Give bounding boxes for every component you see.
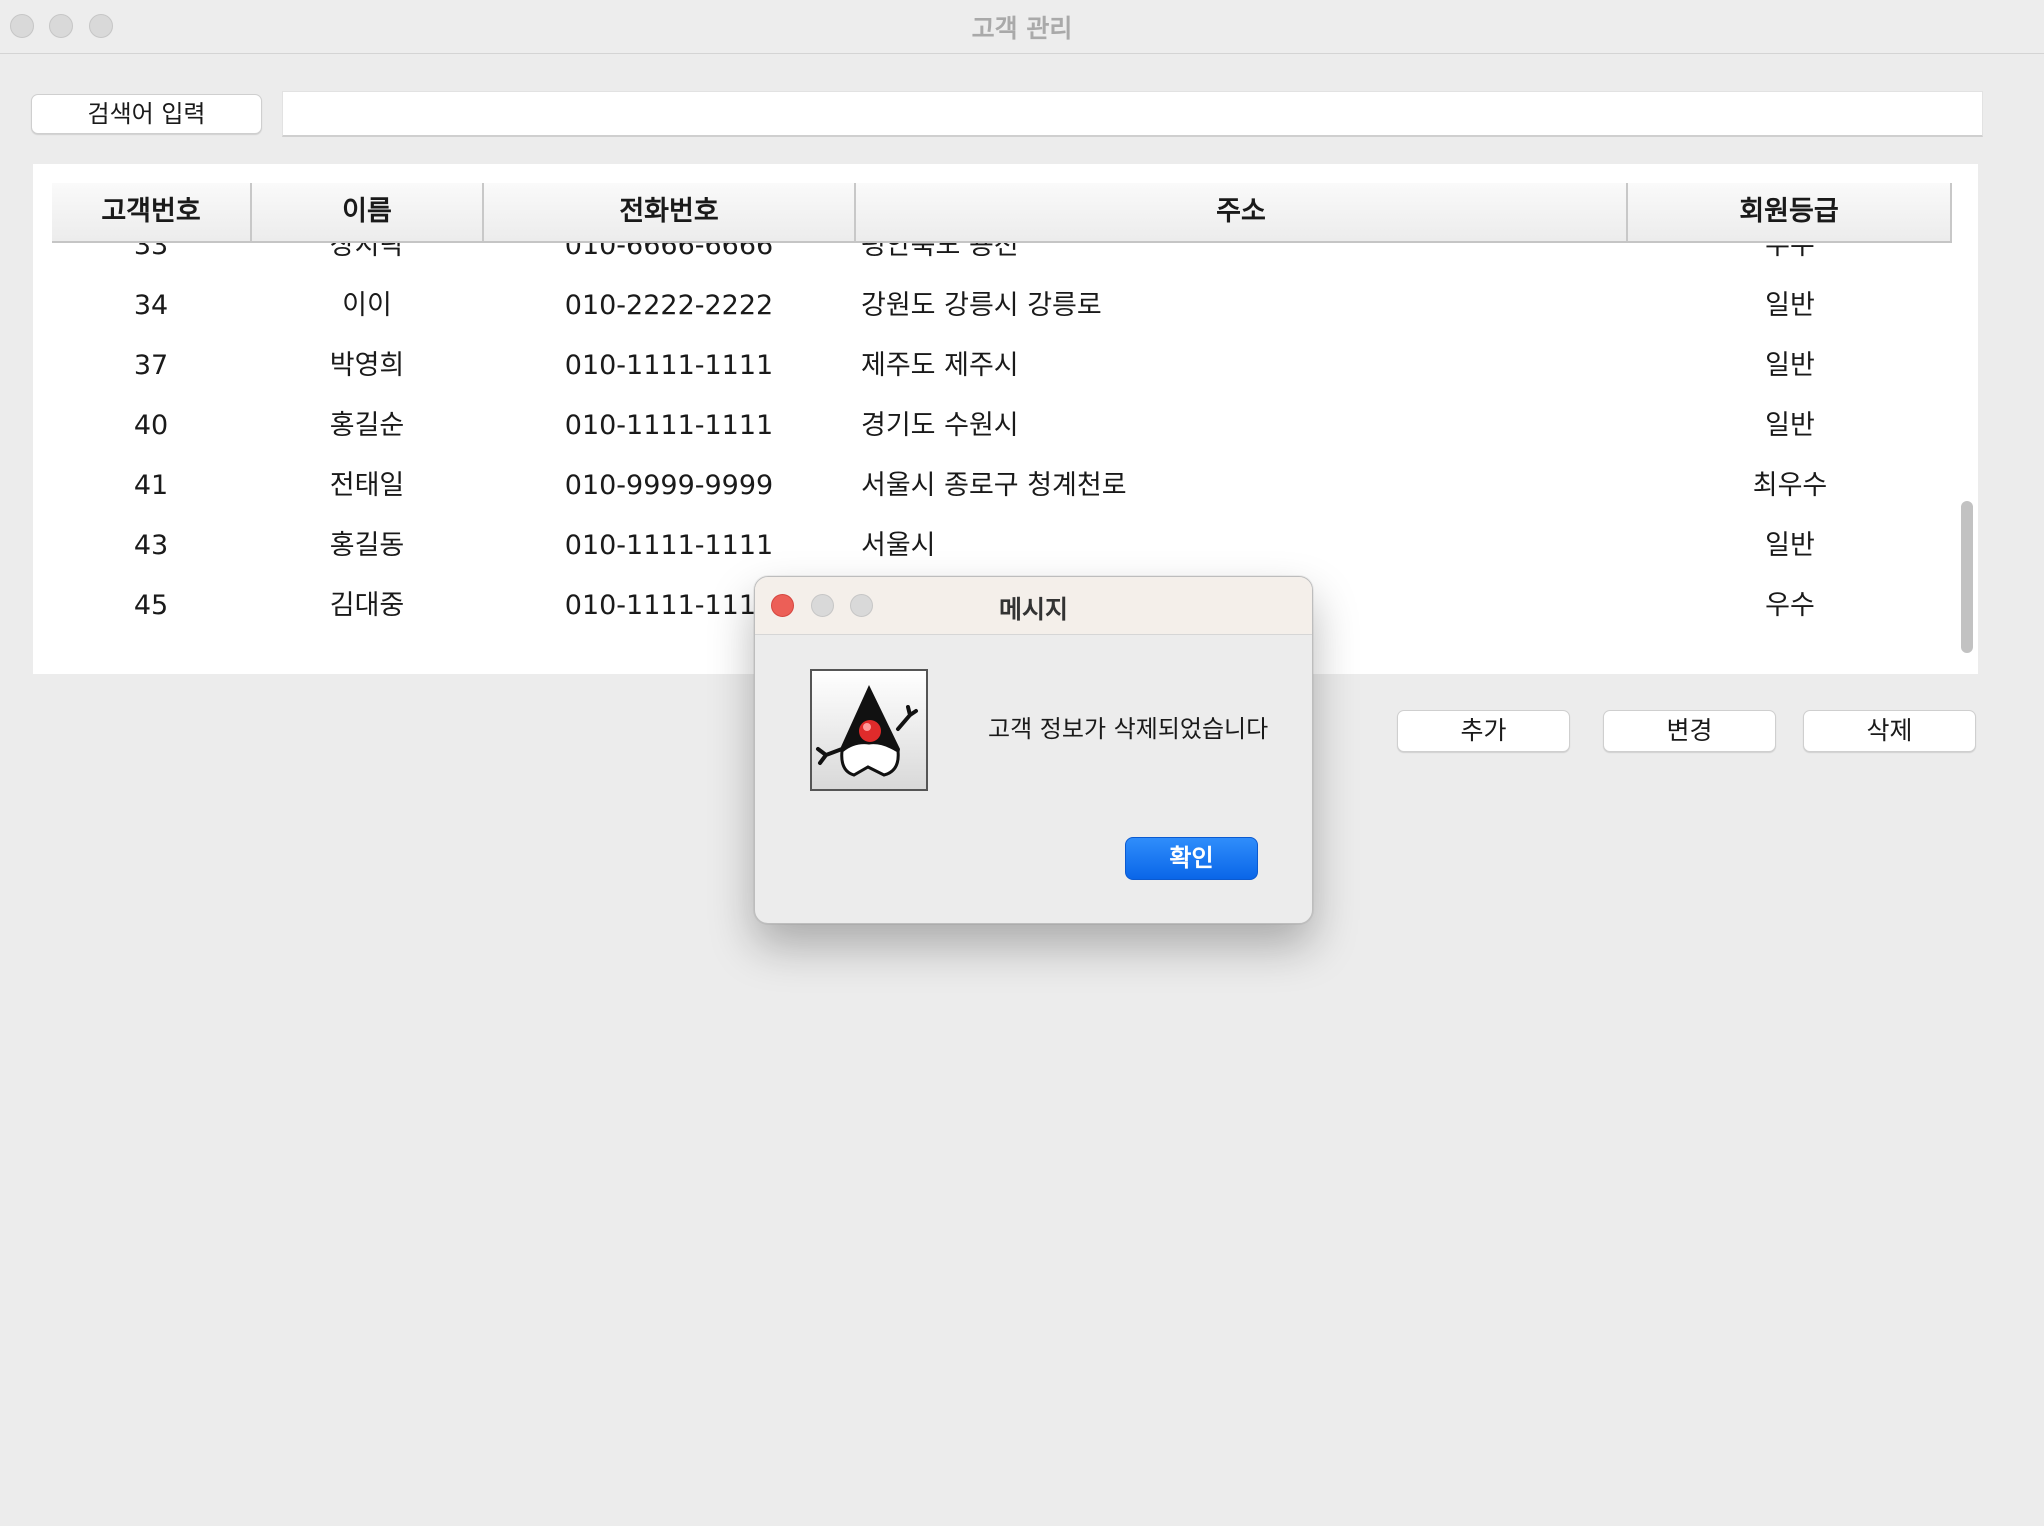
java-duke-icon (810, 669, 928, 791)
table-row[interactable]: 43 홍길동 010-1111-1111 서울시 일반 (52, 516, 1952, 576)
cell-id: 33 (133, 243, 169, 261)
message-dialog: 메시지 고객 정보가 삭제되었습니다 확인 (754, 576, 1313, 924)
cell-phone: 010-1111-1111 (564, 350, 774, 381)
cell-id: 45 (133, 590, 169, 621)
cell-name: 박영희 (329, 350, 405, 381)
cell-phone: 010-1111-1111 (564, 530, 774, 561)
cell-grade: 우수 (1765, 243, 1815, 261)
dialog-titlebar: 메시지 (755, 577, 1312, 635)
cell-name: 홍길순 (329, 410, 405, 441)
column-header-name[interactable]: 이름 (252, 183, 484, 241)
column-header-phone[interactable]: 전화번호 (484, 183, 856, 241)
cell-grade: 일반 (1765, 410, 1815, 441)
table-row[interactable]: 33 장지락 010-6666-6666 평안북도 용천 우수 (52, 243, 1952, 276)
delete-button[interactable]: 삭제 (1803, 710, 1976, 752)
cell-name: 이이 (342, 290, 392, 321)
edit-button[interactable]: 변경 (1603, 710, 1776, 752)
table-row[interactable]: 37 박영희 010-1111-1111 제주도 제주시 일반 (52, 336, 1952, 396)
cell-address: 서울시 (861, 530, 936, 561)
add-button[interactable]: 추가 (1397, 710, 1570, 752)
cell-id: 37 (133, 350, 169, 381)
cell-id: 41 (133, 470, 169, 501)
cell-address: 서울시 종로구 청계천로 (861, 470, 1127, 501)
cell-phone: 010-2222-2222 (564, 290, 774, 321)
table-header: 고객번호 이름 전화번호 주소 회원등급 (52, 183, 1952, 243)
cell-name: 장지락 (329, 243, 405, 261)
cell-name: 김대중 (329, 590, 405, 621)
search-button[interactable]: 검색어 입력 (31, 94, 262, 134)
cell-phone: 010-9999-9999 (564, 470, 774, 501)
cell-grade: 일반 (1765, 530, 1815, 561)
dialog-message: 고객 정보가 삭제되었습니다 (988, 715, 1269, 743)
column-header-grade[interactable]: 회원등급 (1628, 183, 1952, 241)
cell-address: 경기도 수원시 (861, 410, 1019, 441)
table-row[interactable]: 34 이이 010-2222-2222 강원도 강릉시 강릉로 일반 (52, 276, 1952, 336)
cell-name: 홍길동 (329, 530, 405, 561)
search-input[interactable] (282, 91, 1983, 137)
cell-address: 강원도 강릉시 강릉로 (861, 290, 1102, 321)
cell-grade: 최우수 (1752, 470, 1828, 501)
cell-address: 제주도 제주시 (861, 350, 1019, 381)
cell-grade: 우수 (1765, 590, 1815, 621)
window-title: 고객 관리 (971, 14, 1073, 43)
cell-address: 평안북도 용천 (861, 243, 1019, 261)
column-header-address[interactable]: 주소 (856, 183, 1628, 241)
cell-phone: 010-1111-1111 (564, 410, 774, 441)
cell-grade: 일반 (1765, 290, 1815, 321)
column-header-id[interactable]: 고객번호 (52, 183, 252, 241)
ok-button[interactable]: 확인 (1125, 837, 1258, 880)
cell-id: 34 (133, 290, 169, 321)
window-titlebar: 고객 관리 (0, 0, 2044, 54)
table-row[interactable]: 41 전태일 010-9999-9999 서울시 종로구 청계천로 최우수 (52, 456, 1952, 516)
cell-id: 40 (133, 410, 169, 441)
cell-id: 43 (133, 530, 169, 561)
table-row[interactable]: 40 홍길순 010-1111-1111 경기도 수원시 일반 (52, 396, 1952, 456)
table-scrollbar-thumb[interactable] (1961, 501, 1973, 653)
cell-grade: 일반 (1765, 350, 1815, 381)
dialog-title: 메시지 (998, 595, 1068, 624)
cell-phone: 010-6666-6666 (564, 243, 774, 261)
cell-name: 전태일 (329, 470, 405, 501)
